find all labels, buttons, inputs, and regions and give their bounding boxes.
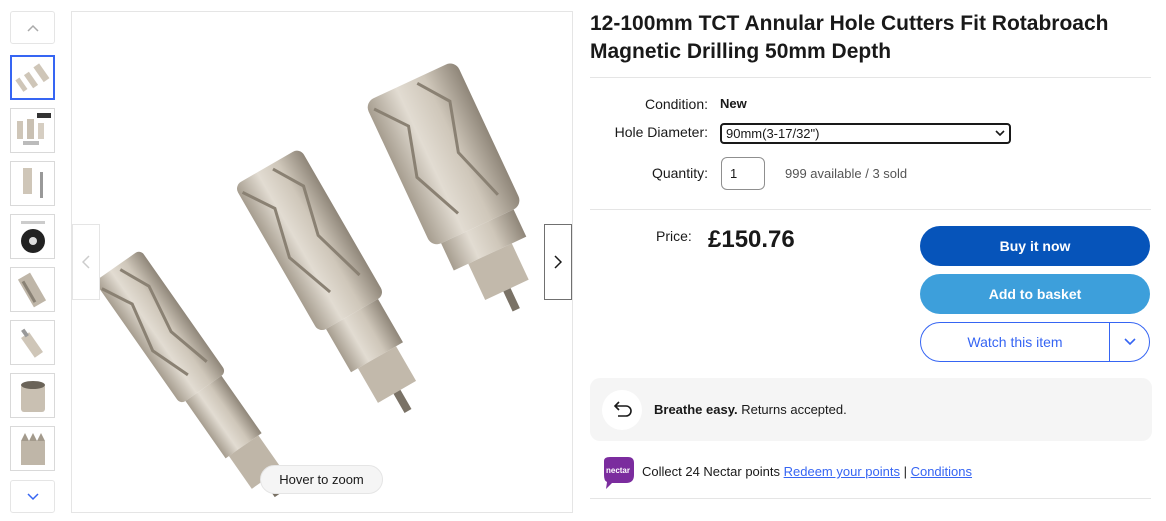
watch-options-dropdown[interactable] bbox=[1110, 323, 1149, 361]
chevron-up-icon bbox=[26, 24, 39, 32]
returns-detail: Returns accepted. bbox=[737, 402, 847, 417]
thumbnail-1[interactable] bbox=[10, 55, 55, 100]
returns-icon bbox=[602, 390, 642, 430]
redeem-points-link[interactable]: Redeem your points bbox=[784, 464, 900, 479]
thumbnail-2[interactable] bbox=[10, 108, 55, 153]
nectar-logo-text: nectar bbox=[606, 466, 630, 475]
thumbnail-image bbox=[20, 380, 45, 412]
add-to-basket-button[interactable]: Add to basket bbox=[920, 274, 1150, 314]
thumbnail-image bbox=[17, 272, 46, 307]
thumbnail-image bbox=[20, 328, 43, 358]
price-label: Price: bbox=[656, 228, 692, 244]
availability-text: 999 available / 3 sold bbox=[785, 166, 908, 181]
chevron-down-icon bbox=[26, 492, 39, 500]
thumbnail-7[interactable] bbox=[10, 373, 55, 418]
buy-it-now-button[interactable]: Buy it now bbox=[920, 226, 1150, 266]
nectar-separator: | bbox=[899, 464, 911, 479]
thumbnail-6[interactable] bbox=[10, 320, 55, 365]
nectar-collect-text: Collect 24 Nectar points bbox=[642, 464, 784, 479]
chevron-down-icon bbox=[995, 130, 1005, 137]
chevron-left-icon bbox=[82, 255, 90, 269]
chevron-right-icon bbox=[554, 255, 562, 269]
divider bbox=[590, 77, 1151, 78]
thumbnail-image bbox=[14, 62, 49, 92]
hover-to-zoom-label: Hover to zoom bbox=[260, 465, 383, 494]
hole-diameter-select[interactable]: 90mm(3-17/32") bbox=[720, 123, 1011, 144]
hole-diameter-selected: 90mm(3-17/32") bbox=[726, 126, 820, 141]
thumbnail-4[interactable] bbox=[10, 214, 55, 259]
conditions-link[interactable]: Conditions bbox=[911, 464, 972, 479]
hole-diameter-label: Hole Diameter: bbox=[614, 124, 708, 140]
watch-item-control: Watch this item bbox=[920, 322, 1150, 362]
thumbnail-8[interactable] bbox=[10, 426, 55, 471]
chevron-down-icon bbox=[1123, 338, 1136, 346]
next-image-button[interactable] bbox=[544, 224, 572, 300]
nectar-logo: nectar bbox=[600, 457, 636, 494]
hole-cutters-photo bbox=[96, 63, 529, 498]
thumbnails-down-button[interactable] bbox=[10, 480, 55, 513]
quantity-input[interactable] bbox=[721, 157, 765, 190]
previous-image-button[interactable] bbox=[72, 224, 100, 300]
thumbnail-5[interactable] bbox=[10, 267, 55, 312]
price-value: £150.76 bbox=[708, 226, 795, 253]
main-product-image[interactable]: Hover to zoom bbox=[71, 11, 573, 513]
nectar-points-text: Collect 24 Nectar points Redeem your poi… bbox=[642, 464, 972, 479]
thumbnails-up-button[interactable] bbox=[10, 11, 55, 44]
quantity-label: Quantity: bbox=[651, 165, 708, 181]
divider bbox=[590, 498, 1151, 499]
condition-label: Condition: bbox=[644, 96, 708, 112]
thumbnail-image bbox=[20, 220, 45, 253]
returns-headline: Breathe easy. bbox=[654, 402, 738, 417]
condition-value: New bbox=[720, 96, 747, 111]
returns-banner: Breathe easy. Returns accepted. bbox=[590, 378, 1152, 441]
watch-this-item-button[interactable]: Watch this item bbox=[921, 323, 1110, 361]
thumbnail-image bbox=[16, 112, 51, 145]
thumbnail-3[interactable] bbox=[10, 161, 55, 206]
thumbnail-image bbox=[22, 167, 43, 198]
product-title: 12-100mm TCT Annular Hole Cutters Fit Ro… bbox=[590, 12, 1109, 63]
divider bbox=[590, 209, 1151, 210]
thumbnail-image bbox=[20, 432, 45, 465]
